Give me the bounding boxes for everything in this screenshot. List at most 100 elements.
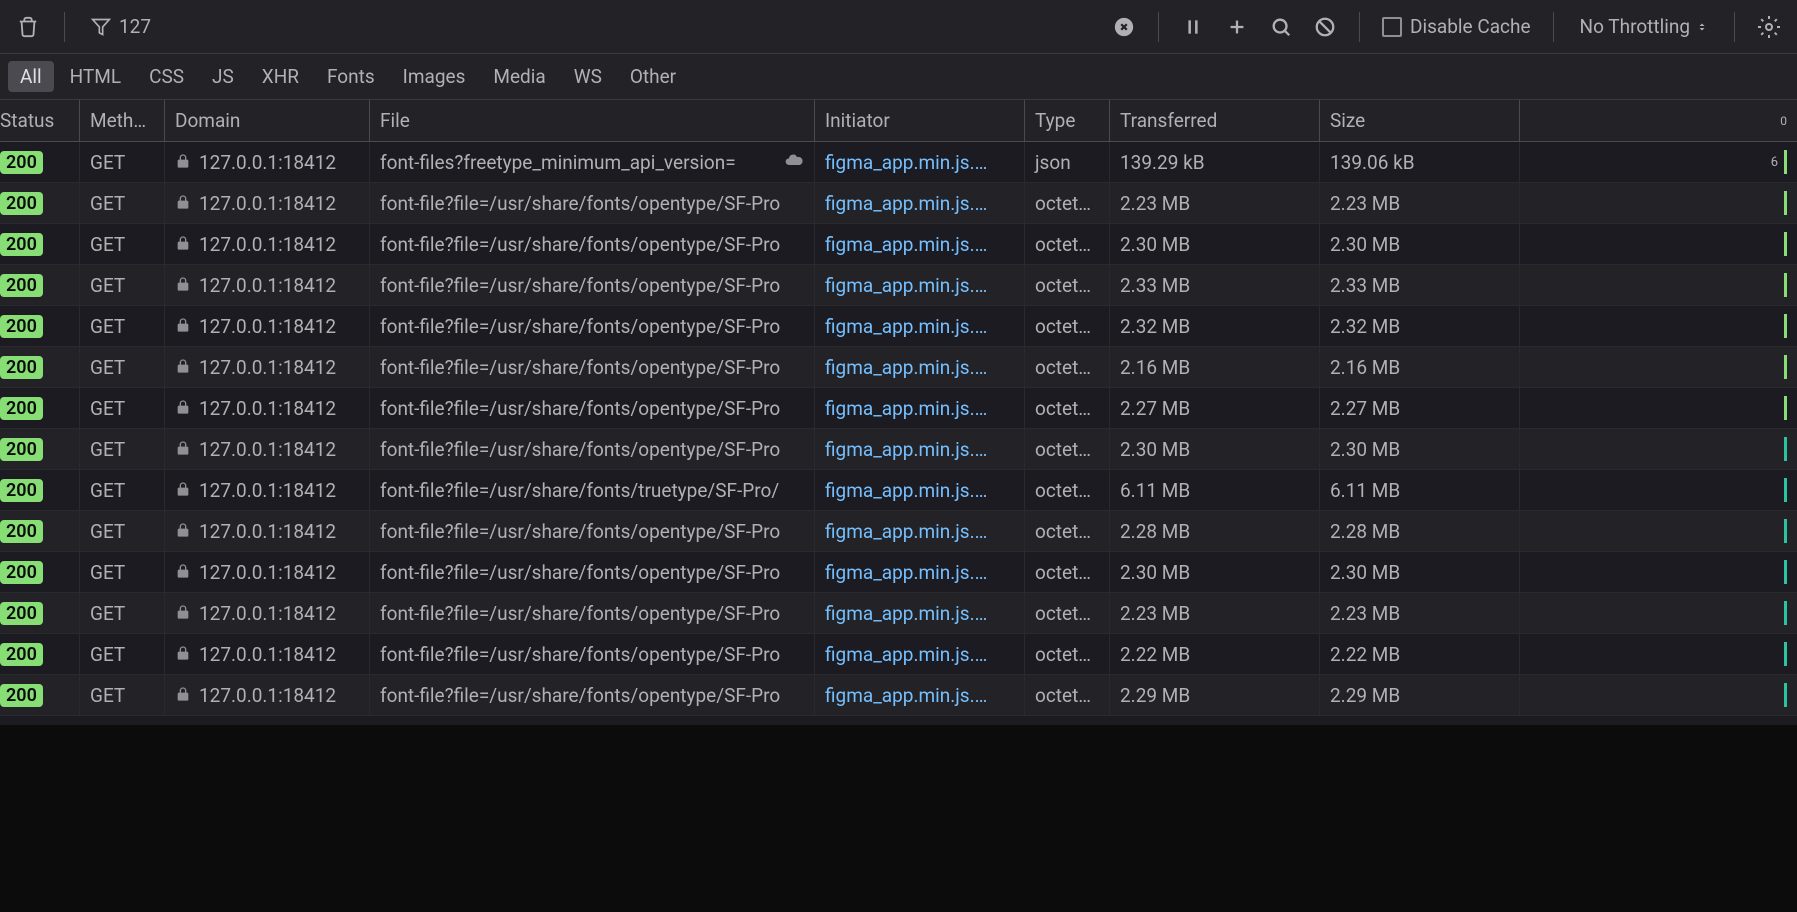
cell-waterfall (1520, 347, 1797, 387)
table-row[interactable]: 200GET127.0.0.1:18412font-file?file=/usr… (0, 634, 1797, 675)
initiator-link[interactable]: figma_app.min.js.… (825, 479, 987, 502)
file-text: font-file?file=/usr/share/fonts/opentype… (380, 274, 780, 297)
initiator-link[interactable]: figma_app.min.js.… (825, 561, 987, 584)
col-transferred[interactable]: Transferred (1110, 100, 1320, 141)
waterfall-bar (1784, 396, 1787, 420)
file-text: font-file?file=/usr/share/fonts/opentype… (380, 602, 780, 625)
search-icon (1270, 16, 1292, 38)
disable-cache-toggle[interactable]: Disable Cache (1376, 15, 1537, 38)
filter-tab-fonts[interactable]: Fonts (315, 61, 387, 92)
status-badge: 200 (0, 397, 43, 420)
cell-file: font-file?file=/usr/share/fonts/opentype… (370, 265, 815, 305)
table-row[interactable]: 200GET127.0.0.1:18412font-file?file=/usr… (0, 183, 1797, 224)
pause-button[interactable] (1175, 9, 1211, 45)
initiator-link[interactable]: figma_app.min.js.… (825, 192, 987, 215)
initiator-link[interactable]: figma_app.min.js.… (825, 315, 987, 338)
table-row[interactable]: 200GET127.0.0.1:18412font-file?file=/usr… (0, 306, 1797, 347)
domain-text: 127.0.0.1:18412 (199, 684, 336, 707)
table-row[interactable]: 200GET127.0.0.1:18412font-file?file=/usr… (0, 593, 1797, 634)
col-status[interactable]: Status (0, 100, 80, 141)
block-button[interactable] (1307, 9, 1343, 45)
filter-tab-ws[interactable]: WS (562, 61, 614, 92)
cell-domain: 127.0.0.1:18412 (165, 224, 370, 264)
cell-size: 2.16 MB (1320, 347, 1520, 387)
search-button[interactable] (1263, 9, 1299, 45)
initiator-link[interactable]: figma_app.min.js.… (825, 151, 987, 174)
checkbox-icon (1382, 17, 1402, 37)
network-toolbar: 127 Disable Cache No Throttling (0, 0, 1797, 54)
filter-input[interactable]: 127 (83, 11, 159, 42)
domain-text: 127.0.0.1:18412 (199, 192, 336, 215)
filter-tab-media[interactable]: Media (481, 61, 557, 92)
col-size[interactable]: Size (1320, 100, 1520, 141)
status-badge: 200 (0, 192, 43, 215)
col-method[interactable]: Meth… (80, 100, 165, 141)
cell-file: font-file?file=/usr/share/fonts/opentype… (370, 183, 815, 223)
cell-transferred: 2.30 MB (1110, 224, 1320, 264)
table-row[interactable]: 200GET127.0.0.1:18412font-file?file=/usr… (0, 552, 1797, 593)
cell-file: font-file?file=/usr/share/fonts/opentype… (370, 429, 815, 469)
domain-text: 127.0.0.1:18412 (199, 602, 336, 625)
table-row[interactable]: 200GET127.0.0.1:18412font-files?freetype… (0, 142, 1797, 183)
table-row[interactable]: 200GET127.0.0.1:18412font-file?file=/usr… (0, 265, 1797, 306)
cell-waterfall (1520, 183, 1797, 223)
domain-text: 127.0.0.1:18412 (199, 233, 336, 256)
cell-type: octet… (1025, 470, 1110, 510)
cell-waterfall (1520, 511, 1797, 551)
clear-button[interactable] (10, 9, 46, 45)
col-waterfall[interactable]: 0 (1520, 100, 1797, 141)
filter-tab-other[interactable]: Other (618, 61, 688, 92)
cell-initiator: figma_app.min.js.… (815, 142, 1025, 182)
filter-tab-images[interactable]: Images (391, 61, 478, 92)
add-button[interactable] (1219, 9, 1255, 45)
clear-filter-button[interactable] (1106, 9, 1142, 45)
table-row[interactable]: 200GET127.0.0.1:18412font-file?file=/usr… (0, 224, 1797, 265)
initiator-link[interactable]: figma_app.min.js.… (825, 233, 987, 256)
cell-domain: 127.0.0.1:18412 (165, 470, 370, 510)
filter-tab-all[interactable]: All (8, 61, 54, 92)
settings-button[interactable] (1751, 9, 1787, 45)
col-file[interactable]: File (370, 100, 815, 141)
waterfall-bar (1784, 478, 1787, 502)
cell-transferred: 2.22 MB (1110, 634, 1320, 674)
table-row[interactable]: 200GET127.0.0.1:18412font-file?file=/usr… (0, 675, 1797, 716)
cell-status: 200 (0, 306, 80, 346)
funnel-icon (91, 17, 111, 37)
cell-method: GET (80, 634, 165, 674)
table-row[interactable]: 200GET127.0.0.1:18412font-file?file=/usr… (0, 470, 1797, 511)
cell-waterfall (1520, 224, 1797, 264)
waterfall-bar (1784, 191, 1787, 215)
table-row[interactable]: 200GET127.0.0.1:18412font-file?file=/usr… (0, 511, 1797, 552)
initiator-link[interactable]: figma_app.min.js.… (825, 438, 987, 461)
cell-method: GET (80, 388, 165, 428)
initiator-link[interactable]: figma_app.min.js.… (825, 274, 987, 297)
domain-text: 127.0.0.1:18412 (199, 520, 336, 543)
cell-waterfall (1520, 265, 1797, 305)
domain-text: 127.0.0.1:18412 (199, 397, 336, 420)
col-initiator[interactable]: Initiator (815, 100, 1025, 141)
initiator-link[interactable]: figma_app.min.js.… (825, 520, 987, 543)
status-badge: 200 (0, 315, 43, 338)
table-row[interactable]: 200GET127.0.0.1:18412font-file?file=/usr… (0, 388, 1797, 429)
domain-text: 127.0.0.1:18412 (199, 274, 336, 297)
col-type[interactable]: Type (1025, 100, 1110, 141)
initiator-link[interactable]: figma_app.min.js.… (825, 356, 987, 379)
lock-icon (175, 481, 191, 497)
filter-tab-css[interactable]: CSS (137, 61, 196, 92)
cell-initiator: figma_app.min.js.… (815, 265, 1025, 305)
initiator-link[interactable]: figma_app.min.js.… (825, 684, 987, 707)
throttling-select[interactable]: No Throttling (1570, 11, 1718, 42)
initiator-link[interactable]: figma_app.min.js.… (825, 643, 987, 666)
cell-initiator: figma_app.min.js.… (815, 429, 1025, 469)
initiator-link[interactable]: figma_app.min.js.… (825, 602, 987, 625)
table-row[interactable]: 200GET127.0.0.1:18412font-file?file=/usr… (0, 429, 1797, 470)
waterfall-bar (1784, 683, 1787, 707)
filter-tab-html[interactable]: HTML (58, 61, 133, 92)
waterfall-bar (1784, 642, 1787, 666)
col-domain[interactable]: Domain (165, 100, 370, 141)
table-row[interactable]: 200GET127.0.0.1:18412font-file?file=/usr… (0, 347, 1797, 388)
filter-tab-xhr[interactable]: XHR (250, 61, 311, 92)
initiator-link[interactable]: figma_app.min.js.… (825, 397, 987, 420)
filter-tab-js[interactable]: JS (200, 61, 246, 92)
status-badge: 200 (0, 602, 43, 625)
